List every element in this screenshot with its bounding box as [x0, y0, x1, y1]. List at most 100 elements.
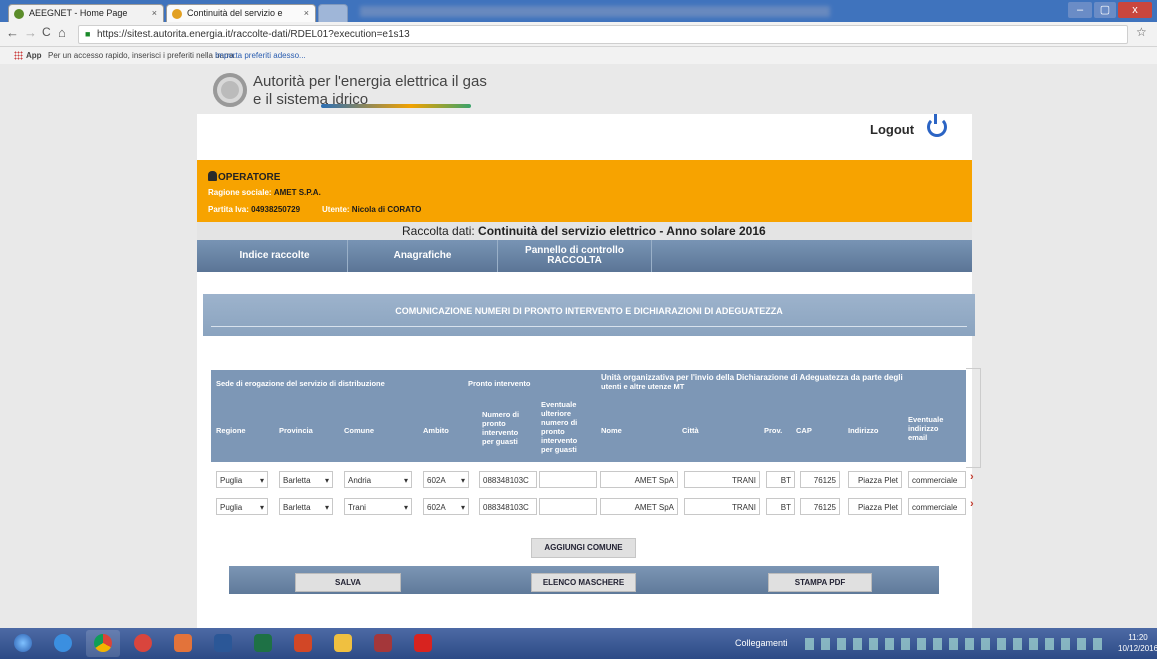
- back-icon[interactable]: ←: [6, 25, 19, 40]
- taskbar-excel-icon[interactable]: [246, 630, 280, 657]
- col-numero: Numero di pronto intervento per guasti: [482, 410, 520, 446]
- operator-piva: Partita Iva: 04938250729: [208, 205, 301, 214]
- menu-anagrafiche[interactable]: Anagrafiche: [348, 240, 498, 272]
- salva-button[interactable]: SALVA: [295, 573, 401, 592]
- taskbar-word-icon[interactable]: [206, 630, 240, 657]
- numero-input[interactable]: 088348103C: [479, 498, 537, 515]
- taskbar-outlook-icon[interactable]: [166, 630, 200, 657]
- site-favicon-icon: [14, 9, 24, 19]
- taskbar-acrobat-icon[interactable]: [406, 630, 440, 657]
- indirizzo-input[interactable]: Piazza Plet: [848, 498, 902, 515]
- col-regione: Regione: [216, 426, 246, 435]
- system-tray-icons[interactable]: [805, 638, 1105, 650]
- import-bookmarks-link[interactable]: Importa preferiti adesso...: [215, 47, 306, 64]
- clock-time: 11:20: [1128, 633, 1148, 642]
- group-unita-line2: utenti e altre utenze MT: [601, 382, 685, 391]
- section-divider: [211, 326, 967, 327]
- numero-input[interactable]: 088348103C: [479, 471, 537, 488]
- close-window-button[interactable]: x: [1118, 2, 1152, 18]
- bookmarks-hint: Per un accesso rapido, inserisci i prefe…: [48, 51, 237, 60]
- operator-title: OPERATORE: [208, 171, 280, 183]
- cap-input[interactable]: 76125: [800, 471, 840, 488]
- tab-continuita[interactable]: Continuità del servizio e ×: [166, 4, 316, 22]
- row-expand-arrow-icon[interactable]: ›: [970, 498, 974, 510]
- col-comune: Comune: [344, 426, 374, 435]
- raccolta-value: Continuità del servizio elettrico - Anno…: [478, 224, 766, 238]
- eventuale-input[interactable]: [539, 498, 597, 515]
- taskbar-access-icon[interactable]: [366, 630, 400, 657]
- section-header: COMUNICAZIONE NUMERI DI PRONTO INTERVENT…: [203, 294, 975, 336]
- section-title: COMUNICAZIONE NUMERI DI PRONTO INTERVENT…: [395, 306, 783, 316]
- browser-toolbar: ← → C ⌂ ■ https://sitest.autorita.energi…: [0, 22, 1157, 47]
- start-button[interactable]: [6, 630, 40, 657]
- bookmark-star-icon[interactable]: ☆: [1136, 25, 1147, 39]
- site-favicon-icon: [172, 9, 182, 19]
- reload-icon[interactable]: C: [42, 25, 51, 39]
- nome-input[interactable]: AMET SpA: [600, 498, 678, 515]
- elenco-maschere-button[interactable]: ELENCO MASCHERE: [531, 573, 636, 592]
- taskbar-app-icon[interactable]: [126, 630, 160, 657]
- regione-select[interactable]: Puglia: [216, 471, 268, 488]
- comune-select[interactable]: Trani: [344, 498, 412, 515]
- provincia-select[interactable]: Barletta: [279, 471, 333, 488]
- background-window-title: [360, 6, 830, 17]
- prov-input[interactable]: BT: [766, 471, 795, 488]
- ambito-select[interactable]: 602A: [423, 471, 469, 488]
- address-bar[interactable]: ■ https://sitest.autorita.energia.it/rac…: [78, 25, 1128, 44]
- prov-input[interactable]: BT: [766, 498, 795, 515]
- provincia-select[interactable]: Barletta: [279, 498, 333, 515]
- apps-label[interactable]: App: [26, 47, 42, 64]
- col-ambito: Ambito: [423, 426, 449, 435]
- comune-select[interactable]: Andria: [344, 471, 412, 488]
- col-provincia: Provincia: [279, 426, 313, 435]
- cap-input[interactable]: 76125: [800, 498, 840, 515]
- url-text: https://sitest.autorita.energia.it/racco…: [97, 29, 410, 40]
- row-expand-arrow-icon[interactable]: ›: [970, 471, 974, 483]
- minimize-button[interactable]: –: [1068, 2, 1092, 18]
- home-icon[interactable]: ⌂: [58, 25, 66, 40]
- regione-select[interactable]: Puglia: [216, 498, 268, 515]
- col-cap: CAP: [796, 426, 812, 435]
- taskbar-ie-icon[interactable]: [46, 630, 80, 657]
- table-column-header: Regione Provincia Comune Ambito Numero d…: [211, 396, 966, 462]
- col-indirizzo: Indirizzo: [848, 426, 879, 435]
- raccolta-label: Raccolta dati:: [402, 224, 475, 238]
- col-citta: Città: [682, 426, 699, 435]
- main-menu: Indice raccolte Anagrafiche Pannello di …: [197, 240, 972, 272]
- taskbar-clock[interactable]: 11:20 10/12/2016: [1118, 632, 1157, 654]
- col-nome: Nome: [601, 426, 622, 435]
- logout-link[interactable]: Logout: [870, 122, 914, 137]
- republic-emblem-logo: [213, 73, 247, 107]
- brand-line-1: Autorità per l'energia elettrica il gas: [253, 73, 487, 90]
- email-input[interactable]: commerciale: [908, 471, 966, 488]
- eventuale-input[interactable]: [539, 471, 597, 488]
- email-input[interactable]: commerciale: [908, 498, 966, 515]
- menu-indice-raccolte[interactable]: Indice raccolte: [202, 240, 348, 272]
- power-icon[interactable]: [927, 114, 947, 137]
- stampa-pdf-button[interactable]: STAMPA PDF: [768, 573, 872, 592]
- maximize-button[interactable]: ▢: [1094, 2, 1116, 18]
- close-tab-icon[interactable]: ×: [304, 5, 309, 22]
- aggiungi-comune-button[interactable]: AGGIUNGI COMUNE: [531, 538, 636, 558]
- taskbar-chrome-icon[interactable]: [86, 630, 120, 657]
- new-tab-button[interactable]: [318, 4, 348, 22]
- group-pronto: Pronto intervento: [468, 379, 531, 388]
- menu-pannello-line2: RACCOLTA: [547, 255, 602, 266]
- taskbar-folder-icon[interactable]: [326, 630, 360, 657]
- taskbar-powerpoint-icon[interactable]: [286, 630, 320, 657]
- tray-links-label[interactable]: Collegamenti: [735, 628, 788, 659]
- lock-icon: ■: [85, 29, 91, 39]
- close-tab-icon[interactable]: ×: [152, 5, 157, 22]
- menu-pannello-controllo[interactable]: Pannello di controllo RACCOLTA: [498, 240, 652, 272]
- indirizzo-input[interactable]: Piazza Plet: [848, 471, 902, 488]
- citta-input[interactable]: TRANI: [684, 498, 760, 515]
- clock-date: 10/12/2016: [1118, 644, 1157, 653]
- tab-aeegnet-home[interactable]: AEEGNET - Home Page ×: [8, 4, 164, 22]
- apps-grid-icon[interactable]: [14, 51, 23, 60]
- nome-input[interactable]: AMET SpA: [600, 471, 678, 488]
- citta-input[interactable]: TRANI: [684, 471, 760, 488]
- table-border: [966, 368, 981, 468]
- col-eventuale: Eventuale ulteriore numero di pronto interve…: [541, 400, 578, 454]
- forward-icon[interactable]: →: [24, 25, 37, 40]
- ambito-select[interactable]: 602A: [423, 498, 469, 515]
